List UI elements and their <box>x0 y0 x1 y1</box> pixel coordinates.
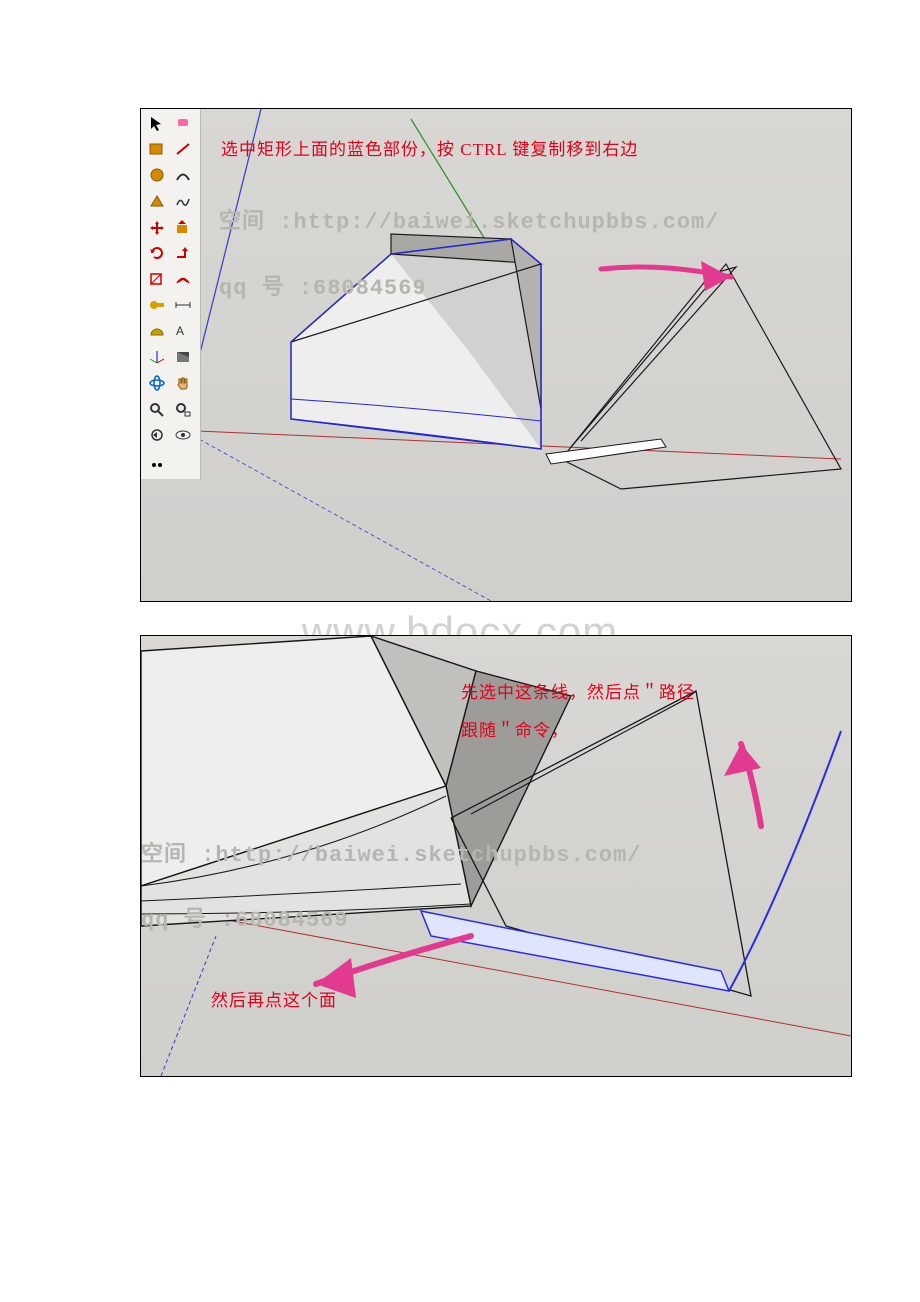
prev-icon[interactable] <box>145 425 169 445</box>
annotation-2-line1: 先选中这条线，然后点＂路径 <box>461 678 695 703</box>
url-line: 空间 :http://baiwei.sketchupbbs.com/ <box>219 203 720 235</box>
move-icon[interactable] <box>145 217 169 237</box>
sketchup-viewport-2: 先选中这条线，然后点＂路径 跟随＂命令， 然后再点这个面 空间 :http://… <box>141 636 851 1076</box>
walk-icon[interactable] <box>145 451 169 471</box>
figure-1: A 选中矩形上面的蓝色部份，按 CTRL 键复制移到右边 空间 :http://… <box>140 108 852 602</box>
section-icon[interactable] <box>171 347 195 367</box>
followme-icon[interactable] <box>171 243 195 263</box>
figure-2: 先选中这条线，然后点＂路径 跟随＂命令， 然后再点这个面 空间 :http://… <box>140 635 852 1077</box>
qq-line: qq 号 :68084569 <box>219 269 427 301</box>
line-icon[interactable] <box>171 139 195 159</box>
toolbar-left: A <box>141 109 201 479</box>
annotation-3: 然后再点这个面 <box>211 986 337 1011</box>
circle-icon[interactable] <box>145 165 169 185</box>
tape-icon[interactable] <box>145 295 169 315</box>
rotate-icon[interactable] <box>145 243 169 263</box>
orbit-icon[interactable] <box>145 373 169 393</box>
zoom-icon[interactable] <box>145 399 169 419</box>
document-page: A 选中矩形上面的蓝色部份，按 CTRL 键复制移到右边 空间 :http://… <box>0 0 920 1302</box>
pan-icon[interactable] <box>171 373 195 393</box>
sketchup-viewport: A 选中矩形上面的蓝色部份，按 CTRL 键复制移到右边 空间 :http://… <box>141 109 851 601</box>
axes-icon[interactable] <box>145 347 169 367</box>
scene-drawing <box>141 109 851 601</box>
select-icon[interactable] <box>145 113 169 133</box>
arc-icon[interactable] <box>171 165 195 185</box>
annotation-2-line2: 跟随＂命令， <box>461 716 569 741</box>
scale-icon[interactable] <box>145 269 169 289</box>
rectangle-icon[interactable] <box>145 139 169 159</box>
annotation-1: 选中矩形上面的蓝色部份，按 CTRL 键复制移到右边 <box>221 135 638 160</box>
protractor-icon[interactable] <box>145 321 169 341</box>
dimension-icon[interactable] <box>171 295 195 315</box>
freehand-icon[interactable] <box>171 191 195 211</box>
polygon-icon[interactable] <box>145 191 169 211</box>
url-line-2: 空间 :http://baiwei.sketchupbbs.com/ <box>141 836 642 868</box>
offset-icon[interactable] <box>171 269 195 289</box>
pushpull-icon[interactable] <box>171 217 195 237</box>
qq-line-2: qq 号 :68084569 <box>141 901 349 933</box>
svg-text:A: A <box>176 324 184 338</box>
next-icon[interactable] <box>171 425 195 445</box>
text-icon[interactable]: A <box>171 321 195 341</box>
eraser-icon[interactable] <box>171 113 195 133</box>
zoom-extents-icon[interactable] <box>171 399 195 419</box>
